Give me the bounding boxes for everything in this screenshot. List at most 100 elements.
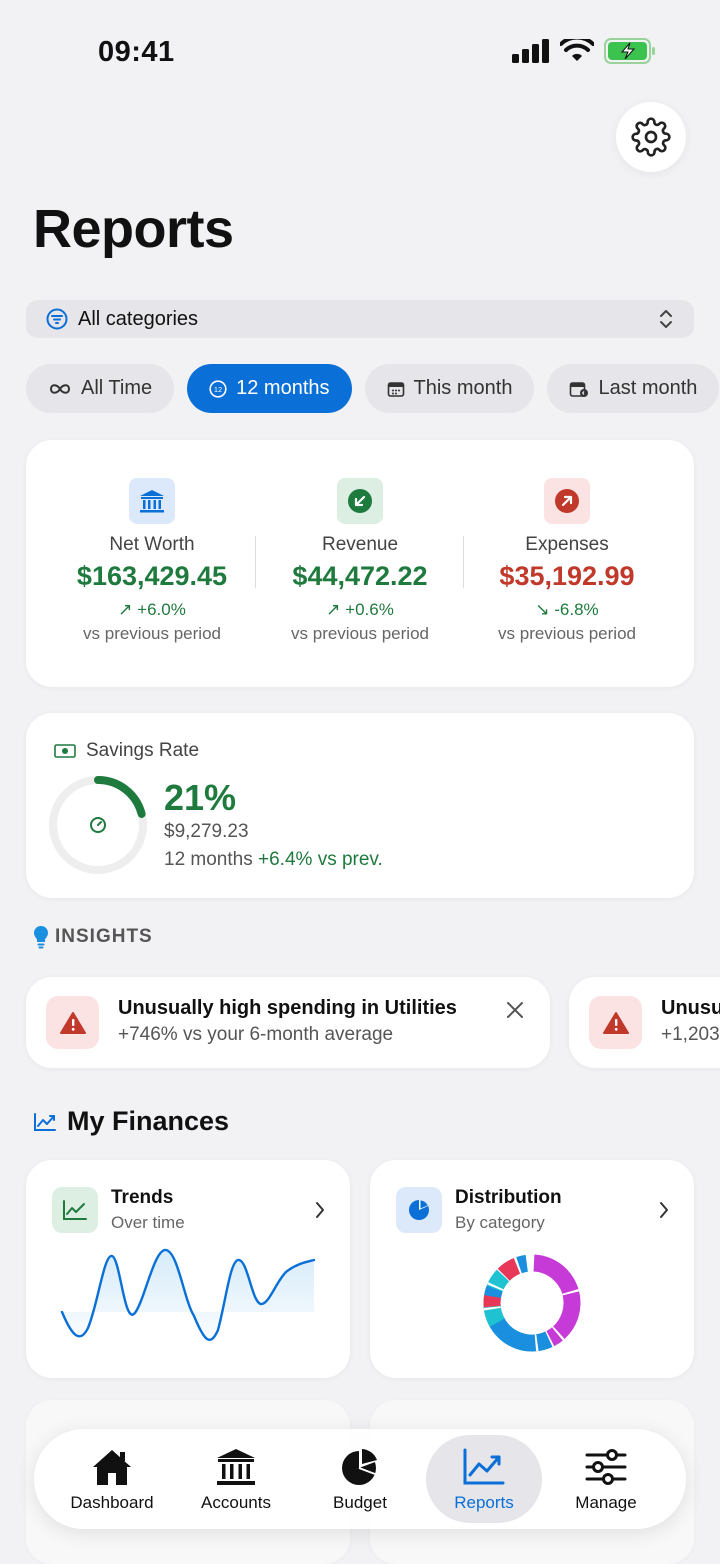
savings-rate-card[interactable]: Savings Rate 21% $9,279.23 12 months +6.… — [26, 713, 694, 898]
arrow-out-icon — [544, 478, 590, 524]
gauge-icon — [90, 817, 106, 833]
insight-detail: +1,203 — [661, 1024, 720, 1045]
tab-label: Accounts — [201, 1493, 271, 1512]
chevron-updown-icon — [660, 310, 672, 328]
insights-title: INSIGHTS — [55, 926, 153, 947]
house-icon — [93, 1450, 131, 1485]
insight-card[interactable]: Unusually high spending in Utilities +74… — [26, 977, 550, 1068]
wifi-icon — [560, 39, 594, 61]
card-subtitle: Over time — [111, 1213, 185, 1232]
savings-period: 12 months +6.4% vs prev. — [164, 849, 383, 871]
insight-title: Unusually high spending in Utilities — [118, 997, 457, 1019]
chevron-right-icon — [660, 1202, 668, 1218]
gear-icon — [631, 117, 671, 157]
card-subtitle: By category — [455, 1213, 545, 1232]
warning-icon — [589, 996, 642, 1049]
tab-label: Budget — [333, 1493, 387, 1512]
distribution-card[interactable]: Distribution By category — [370, 1160, 694, 1378]
chip-label: Last month — [598, 377, 698, 399]
battery-icon — [604, 38, 655, 64]
lightbulb-icon — [34, 926, 48, 949]
savings-percent: 21% — [164, 777, 237, 818]
tab-accounts[interactable]: Accounts — [172, 1429, 300, 1529]
arrow-in-icon — [337, 478, 383, 524]
metric-delta: ↗ +6.0% — [118, 600, 186, 619]
bank-icon — [129, 478, 175, 524]
savings-progress-ring — [49, 776, 147, 874]
trend-chart-icon — [34, 1112, 56, 1131]
filter-icon — [46, 308, 68, 330]
revenue-metric[interactable]: Revenue $44,472.22 ↗ +0.6% vs previous p… — [255, 478, 465, 644]
sliders-icon — [585, 1449, 627, 1485]
metric-amount: $35,192.99 — [499, 561, 635, 591]
period-chips: All Time 12 12 months This month Last mo… — [26, 364, 720, 413]
signal-icon — [512, 39, 549, 63]
calendar-back-icon — [570, 381, 589, 397]
distribution-donut — [483, 1254, 581, 1352]
insight-detail: +746% vs your 6-month average — [118, 1024, 394, 1045]
svg-text:12: 12 — [214, 385, 222, 394]
bank-icon — [217, 1449, 255, 1485]
trends-card[interactable]: Trends Over time — [26, 1160, 350, 1378]
metric-name: Revenue — [321, 534, 399, 555]
pie-chart-icon — [342, 1449, 377, 1485]
trends-sparkline — [60, 1248, 316, 1342]
chip-last-month[interactable]: Last month — [547, 364, 720, 413]
chip-label: This month — [413, 377, 513, 399]
metric-sub: vs previous period — [498, 624, 636, 643]
status-bar: 09:41 — [0, 0, 720, 100]
pie-chart-icon — [396, 1187, 442, 1233]
savings-header: Savings Rate — [54, 740, 199, 762]
tab-dashboard[interactable]: Dashboard — [48, 1429, 176, 1529]
card-title: Trends — [111, 1187, 174, 1208]
chip-this-month[interactable]: This month — [364, 364, 535, 413]
chip-label: All Time — [81, 377, 153, 399]
page-title: Reports — [33, 199, 234, 259]
infinity-icon — [49, 383, 71, 394]
tab-budget[interactable]: Budget — [296, 1429, 424, 1529]
savings-title: Savings Rate — [86, 740, 200, 761]
metric-name: Net Worth — [109, 534, 195, 555]
card-title: Distribution — [455, 1187, 562, 1208]
savings-change: +6.4% vs prev. — [258, 849, 383, 870]
clock-12-icon: 12 — [209, 379, 227, 398]
metric-amount: $163,429.45 — [76, 561, 228, 591]
category-select[interactable]: All categories — [26, 300, 694, 338]
chip-all-time[interactable]: All Time — [26, 364, 175, 413]
summary-card: Net Worth $163,429.45 ↗ +6.0% vs previou… — [26, 440, 694, 687]
metric-amount: $44,472.22 — [292, 561, 428, 591]
trend-chart-icon — [463, 1448, 505, 1485]
metric-delta: ↗ +0.6% — [326, 600, 394, 619]
line-chart-icon — [52, 1187, 98, 1233]
net-worth-metric[interactable]: Net Worth $163,429.45 ↗ +6.0% vs previou… — [47, 478, 257, 644]
metric-delta: ↘ -6.8% — [535, 600, 599, 619]
chevron-right-icon — [316, 1202, 324, 1218]
tab-label: Dashboard — [70, 1493, 154, 1512]
my-finances-title: My Finances — [33, 1106, 229, 1137]
metric-sub: vs previous period — [83, 624, 221, 643]
close-icon[interactable] — [506, 1001, 524, 1019]
tab-manage[interactable]: Manage — [542, 1429, 670, 1529]
insight-title: Unusu — [661, 997, 720, 1019]
savings-amount: $9,279.23 — [164, 821, 249, 842]
tab-label: Reports — [454, 1493, 514, 1512]
banknote-icon — [54, 744, 76, 758]
metric-name: Expenses — [525, 534, 609, 555]
tab-bar: Dashboard Accounts Budget Reports Manage — [34, 1429, 686, 1529]
status-time: 09:41 — [98, 36, 175, 68]
expenses-metric[interactable]: Expenses $35,192.99 ↘ -6.8% vs previous … — [462, 478, 672, 644]
insight-card[interactable]: Unusu +1,203 — [569, 977, 720, 1068]
chip-label: 12 months — [236, 377, 330, 399]
calendar-icon — [387, 381, 404, 397]
savings-period-label: 12 months — [164, 849, 253, 870]
chip-12-months[interactable]: 12 12 months — [187, 364, 352, 413]
my-finances-label: My Finances — [67, 1106, 230, 1136]
status-icons — [512, 38, 656, 64]
metric-sub: vs previous period — [291, 624, 429, 643]
warning-icon — [46, 996, 99, 1049]
insights-header: INSIGHTS — [33, 925, 153, 949]
category-select-label: All categories — [78, 307, 199, 330]
tab-reports[interactable]: Reports — [420, 1429, 548, 1529]
settings-button[interactable] — [616, 102, 686, 172]
tab-label: Manage — [575, 1493, 637, 1512]
